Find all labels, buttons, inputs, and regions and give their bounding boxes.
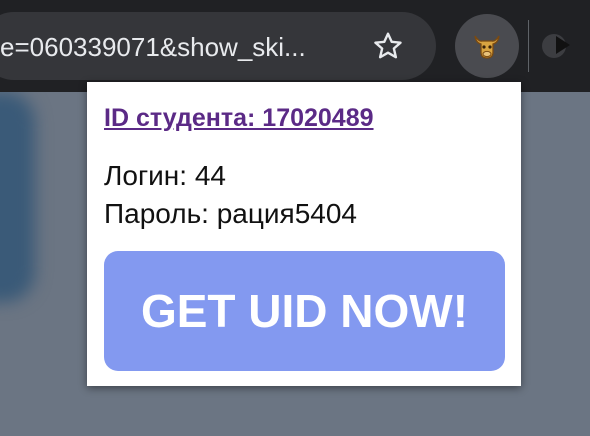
get-uid-button[interactable]: GET UID NOW! (104, 251, 505, 371)
address-bar[interactable]: e=060339071&show_ski... (0, 12, 436, 80)
login-text: Логин: 44 (104, 160, 226, 191)
star-icon[interactable] (372, 30, 404, 62)
screen: e=060339071&show_ski... ID студента: 170… (0, 0, 590, 436)
extension-button[interactable] (455, 14, 519, 78)
url-text[interactable]: e=060339071&show_ski... (0, 32, 340, 62)
bull-head-icon (474, 35, 500, 59)
password-text: Пароль: рация5404 (104, 198, 357, 229)
extension-popup: ID студента: 17020489 Логин: 44 Пароль: … (87, 82, 521, 386)
play-icon[interactable] (556, 36, 570, 54)
page-background-blur (0, 92, 35, 302)
student-id-link[interactable]: ID студента: 17020489 (104, 104, 374, 133)
toolbar-divider (528, 20, 529, 72)
browser-toolbar: e=060339071&show_ski... (0, 0, 590, 92)
